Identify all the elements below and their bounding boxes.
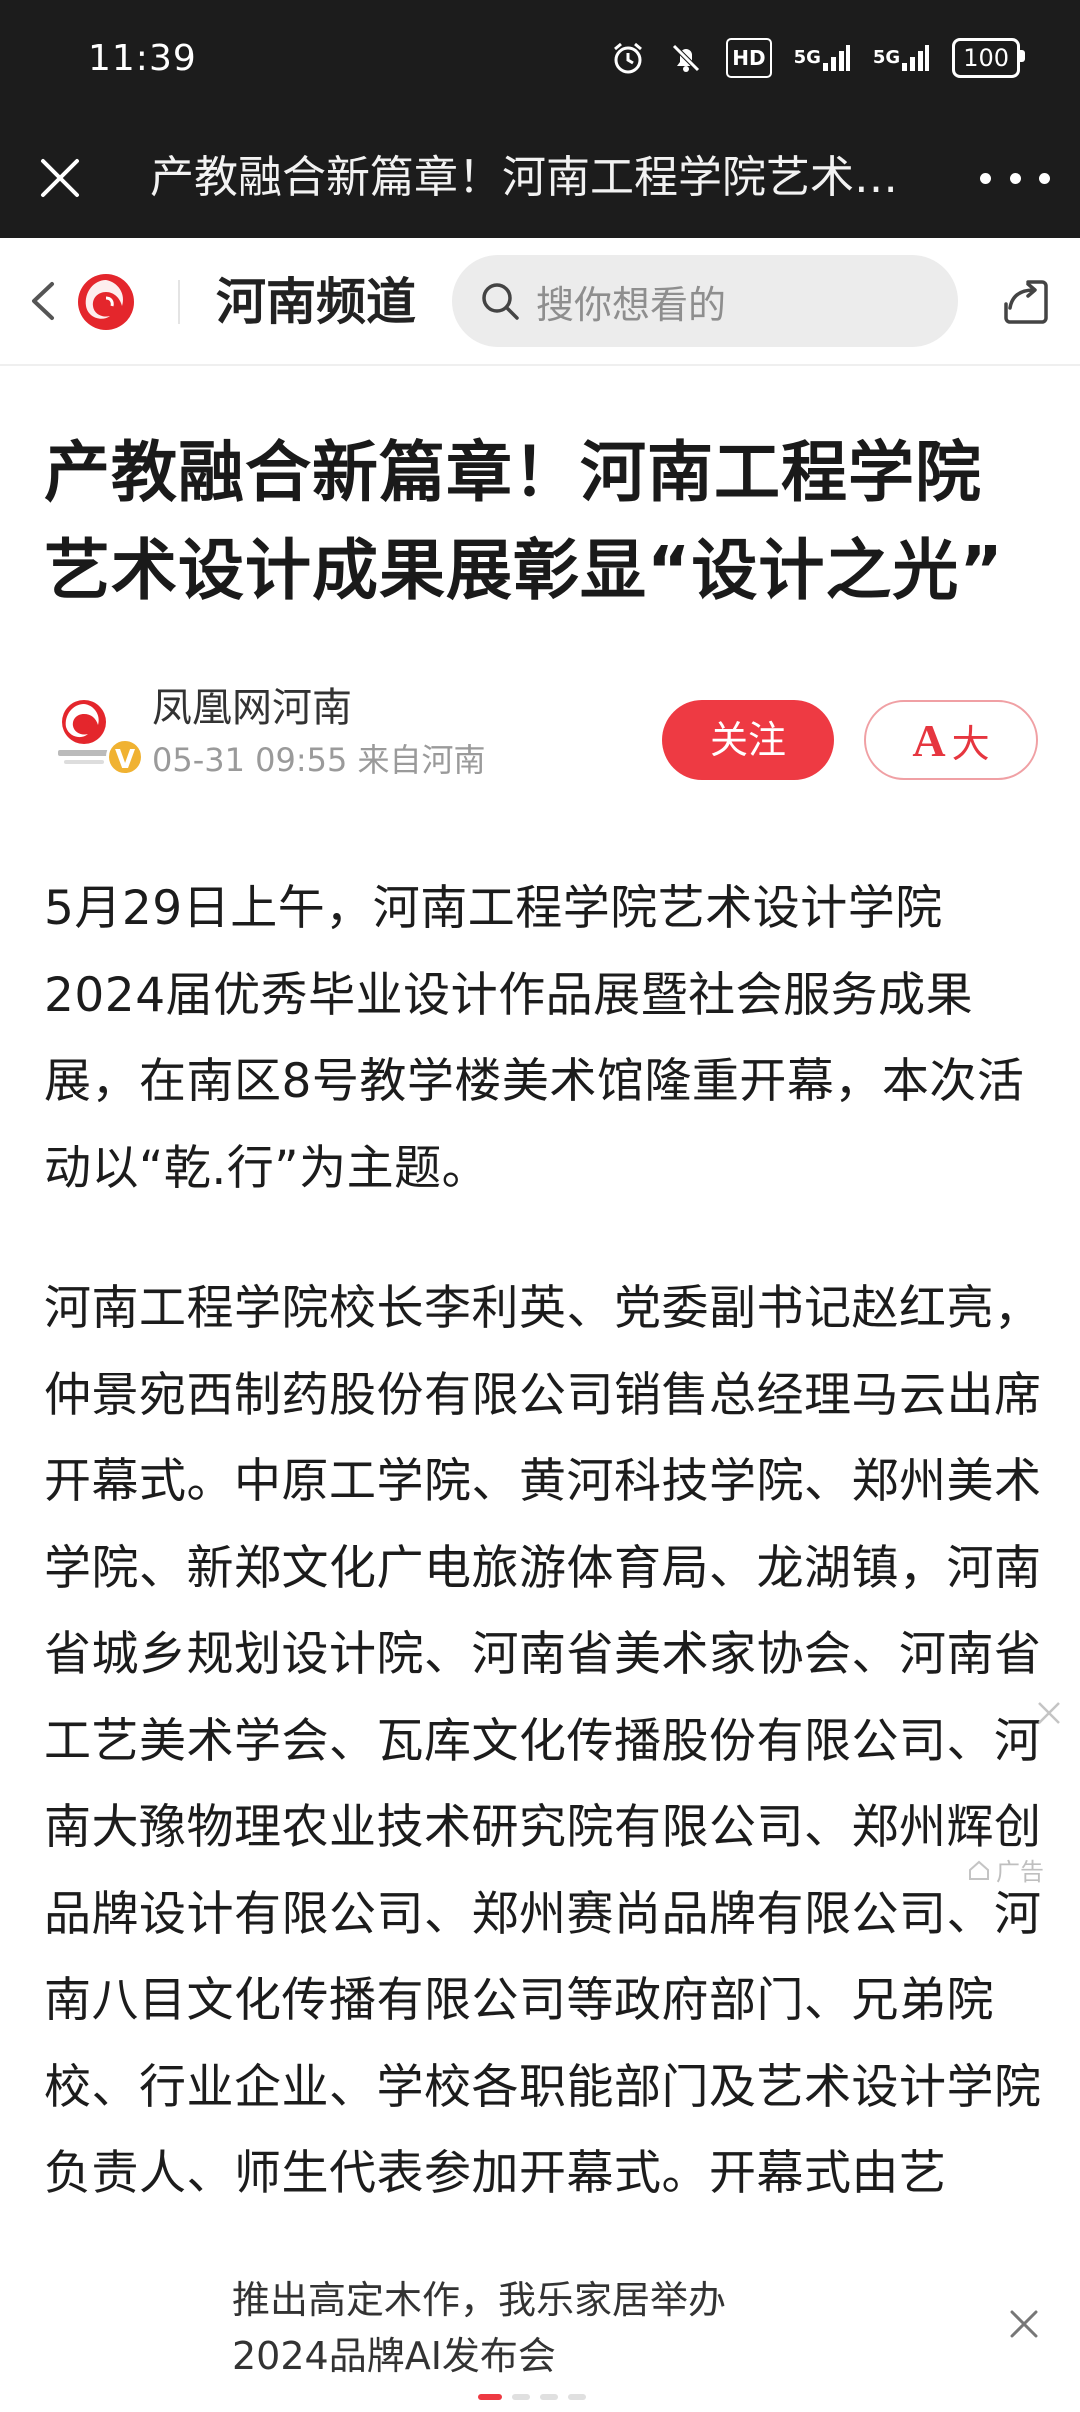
header-divider	[178, 280, 180, 324]
back-icon[interactable]	[20, 276, 70, 326]
author-row: V 凤凰网河南 05-31 09:55 来自河南 关注 A 大	[44, 680, 1044, 790]
article-headline: 产教融合新篇章！河南工程学院艺术设计成果展彰显“设计之光”	[44, 434, 1004, 609]
webview-title: 产教融合新篇章！河南工程学院艺术设计成果展彰显“设计之光”	[150, 152, 930, 203]
status-time: 11:39	[88, 38, 197, 79]
content-fade	[0, 2190, 1080, 2250]
search-icon	[482, 283, 519, 320]
close-icon[interactable]	[28, 146, 92, 210]
font-size-a-icon: A	[912, 714, 946, 766]
signal-1-icon: 5G	[794, 38, 851, 78]
pagination-dot	[568, 2394, 586, 2400]
status-icons: HD 5G 5G 100	[610, 38, 1025, 78]
mute-bell-icon	[668, 38, 704, 78]
font-size-button[interactable]: A 大	[864, 700, 1038, 780]
author-meta: 05-31 09:55 来自河南	[152, 741, 486, 779]
banner-pagination	[478, 2394, 586, 2400]
article-paragraph: 5月29日上午，河南工程学院艺术设计学院2024届优秀毕业设计作品展暨社会服务成…	[44, 881, 1025, 1196]
pagination-dot	[540, 2394, 558, 2400]
bottom-banner[interactable]: 推出高定木作，我乐家居举办2024品牌AI发布会	[0, 2242, 1080, 2412]
hd-voice-icon: HD	[726, 38, 772, 78]
pagination-dot	[512, 2394, 530, 2400]
banner-close-icon[interactable]	[1004, 2304, 1044, 2344]
channel-title[interactable]: 河南频道	[216, 270, 416, 334]
ad-close-icon[interactable]	[1036, 1700, 1062, 1726]
banner-text[interactable]: 推出高定木作，我乐家居举办2024品牌AI发布会	[232, 2272, 792, 2384]
alarm-icon	[610, 38, 646, 78]
search-input[interactable]: 搜你想看的	[452, 255, 958, 347]
author-name[interactable]: 凤凰网河南	[152, 680, 352, 736]
pagination-dot-active	[478, 2394, 502, 2400]
follow-button[interactable]: 关注	[662, 700, 834, 780]
battery-icon: 100	[952, 38, 1025, 78]
search-placeholder: 搜你想看的	[536, 282, 727, 327]
ad-home-icon	[969, 1860, 989, 1880]
signal-2-icon: 5G	[873, 38, 930, 78]
signal-1-label: 5G	[793, 47, 821, 68]
app-header: 河南频道 搜你想看的	[0, 238, 1080, 366]
font-size-label: 大	[951, 721, 990, 766]
webview-title-bar: 产教融合新篇章！河南工程学院艺术设计成果展彰显“设计之光”	[0, 118, 1080, 238]
ad-label: 广告	[966, 1852, 1044, 1887]
article-paragraph: 河南工程学院校长李利英、党委副书记赵红亮，仲景宛西制药股份有限公司销售总经理马云…	[44, 1281, 1042, 2201]
ifeng-logo-icon[interactable]	[76, 272, 136, 332]
status-bar: 11:39 HD 5G 5G 100	[0, 0, 1080, 118]
verified-badge-icon: V	[106, 738, 144, 776]
ad-label-text: 广告	[996, 1858, 1044, 1886]
share-icon[interactable]	[998, 274, 1054, 330]
signal-2-label: 5G	[872, 47, 901, 68]
more-options-icon[interactable]	[980, 152, 1050, 204]
